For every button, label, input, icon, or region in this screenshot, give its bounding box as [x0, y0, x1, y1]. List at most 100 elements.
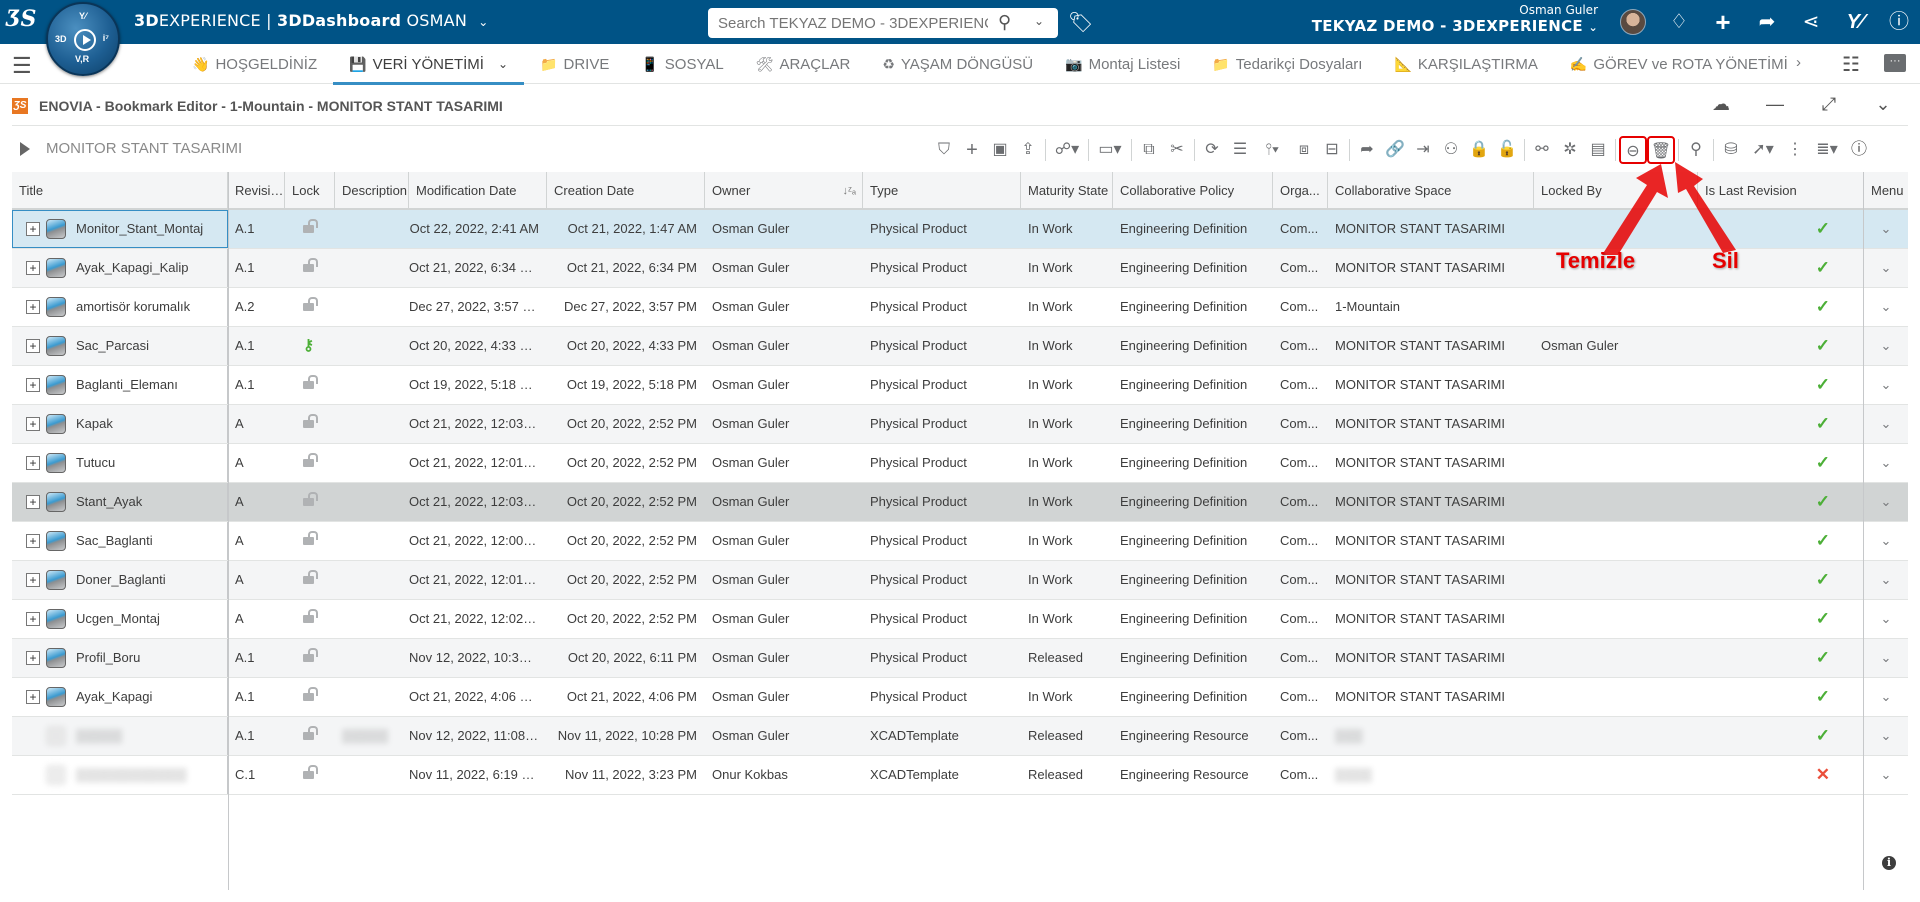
- expand-icon[interactable]: +: [26, 378, 40, 392]
- expand-icon[interactable]: +: [26, 417, 40, 431]
- lock-cell[interactable]: [285, 405, 335, 443]
- expand-icon[interactable]: +: [26, 300, 40, 314]
- add-icon[interactable]: +: [1710, 8, 1736, 36]
- breadcrumb[interactable]: MONITOR STANT TASARIMI: [20, 140, 242, 157]
- title-cell[interactable]: + Ayak_Kapagi_Kalip: [12, 249, 228, 287]
- row-title[interactable]: Profil_Boru: [76, 639, 140, 677]
- title-cell[interactable]: + Sac_Parcasi: [12, 327, 228, 365]
- unlock-icon[interactable]: 🔓: [1493, 136, 1521, 164]
- chevron-down-icon[interactable]: ⌄: [1881, 572, 1892, 587]
- lock-cell[interactable]: [285, 678, 335, 716]
- row-title[interactable]: Ayak_Kapagi_Kalip: [76, 249, 189, 287]
- tab-veri-y-neti-mi-[interactable]: 💾 VERİ YÖNETİMİ ⌄: [333, 44, 524, 85]
- chevron-down-icon[interactable]: ⌄: [1881, 767, 1892, 782]
- sort-icon[interactable]: ↓ᶻₐ: [842, 172, 856, 208]
- chat-icon[interactable]: ···: [1884, 54, 1906, 72]
- row-menu-button[interactable]: ⌄: [1864, 522, 1908, 560]
- search-icon[interactable]: ⚲: [998, 12, 1011, 33]
- compass-top-label[interactable]: Y⁄: [79, 11, 87, 21]
- expand-icon[interactable]: +: [26, 612, 40, 626]
- search-scope-chevron-icon[interactable]: ⌄: [1034, 14, 1044, 28]
- row-title[interactable]: Ucgen_Montaj: [76, 600, 160, 638]
- table-row[interactable]: + Ayak_Kapagi A.1 Oct 21, 2022, 4:06 PM Oct …: [12, 678, 1908, 717]
- column-header-type[interactable]: Type: [863, 172, 1021, 208]
- row-menu-button[interactable]: ⌄: [1864, 327, 1908, 365]
- column-header-lock[interactable]: Lock: [285, 172, 335, 208]
- hamburger-menu-icon[interactable]: ☰: [12, 53, 32, 79]
- lock-cell[interactable]: [285, 639, 335, 677]
- row-title[interactable]: Baglanti_Elemanı: [76, 366, 178, 404]
- table-row[interactable]: + Stant_Ayak A Oct 21, 2022, 12:03 AM Oct 20…: [12, 483, 1908, 522]
- column-header-menu[interactable]: Menu: [1864, 172, 1908, 208]
- row-title[interactable]: Monitor_Stant_Montaj: [76, 210, 203, 248]
- cut-icon[interactable]: ✂: [1163, 136, 1191, 164]
- folder-add-icon[interactable]: ▣: [986, 136, 1014, 164]
- row-menu-button[interactable]: ⌄: [1864, 210, 1908, 248]
- column-header-maturity-state[interactable]: Maturity State: [1021, 172, 1113, 208]
- row-menu-button[interactable]: ⌄: [1864, 717, 1908, 755]
- table-row[interactable]: + amortisör korumalık A.2 Dec 27, 2022, 3:5…: [12, 288, 1908, 327]
- compass-right-label[interactable]: i⁷: [103, 33, 109, 43]
- expand-icon[interactable]: +: [26, 222, 40, 236]
- title-cell[interactable]: + Monitor_Stant_Montaj: [12, 210, 228, 248]
- table-row[interactable]: + Ucgen_Montaj A Oct 21, 2022, 12:02 AM Oct …: [12, 600, 1908, 639]
- expand-panel-icon[interactable]: [20, 141, 30, 156]
- chevron-down-icon[interactable]: ⌄: [1881, 611, 1892, 626]
- lock-cell[interactable]: ⚷: [285, 327, 335, 365]
- table-row[interactable]: + Sac_Parcasi A.1 ⚷ Oct 20, 2022, 4:33 PM Oct…: [12, 327, 1908, 366]
- tab-drive[interactable]: 📁 DRIVE: [524, 44, 625, 84]
- row-menu-button[interactable]: ⌄: [1864, 366, 1908, 404]
- lock-cell[interactable]: [285, 600, 335, 638]
- bookmark-add-icon[interactable]: ⛉: [930, 136, 958, 164]
- lock-cell[interactable]: [285, 756, 335, 794]
- row-menu-button[interactable]: ⌄: [1864, 600, 1908, 638]
- row-title[interactable]: amortisör korumalık: [76, 288, 190, 326]
- tab-tedarik-i-dosyalar-[interactable]: 📁 Tedarikçi Dosyaları: [1196, 44, 1378, 84]
- add-list-icon[interactable]: ☷: [1842, 52, 1860, 77]
- column-header-collaborative-policy[interactable]: Collaborative Policy: [1113, 172, 1273, 208]
- title-cell[interactable]: + Stant_Ayak: [12, 483, 228, 521]
- table-row[interactable]: + Sac_Baglanti A Oct 21, 2022, 12:00 AM Oct …: [12, 522, 1908, 561]
- share-icon[interactable]: ➦: [1353, 136, 1381, 164]
- lock-cell[interactable]: [285, 288, 335, 326]
- chevron-down-icon[interactable]: ⌄: [1881, 455, 1892, 470]
- row-menu-button[interactable]: ⌄: [1864, 561, 1908, 599]
- copy-icon[interactable]: ⧉: [1135, 136, 1163, 164]
- row-title[interactable]: Doner_Baglanti: [76, 561, 166, 599]
- chevron-down-icon[interactable]: ⌄: [1881, 650, 1892, 665]
- table-row[interactable]: + Kapak A Oct 21, 2022, 12:03 AM Oct 20, 202…: [12, 405, 1908, 444]
- chevron-down-icon[interactable]: ⌄: [498, 57, 508, 71]
- lock-cell[interactable]: [285, 249, 335, 287]
- expand-icon[interactable]: +: [26, 534, 40, 548]
- chevron-down-icon[interactable]: ⌄: [1881, 494, 1892, 509]
- row-title[interactable]: Stant_Ayak: [76, 483, 142, 521]
- refresh-icon[interactable]: ⟳: [1198, 136, 1226, 164]
- lock-icon[interactable]: 🔒: [1465, 136, 1493, 164]
- transfer-ownership-icon[interactable]: ⚇: [1437, 136, 1465, 164]
- expand-icon[interactable]: +: [26, 261, 40, 275]
- info-icon[interactable]: i: [1882, 856, 1896, 870]
- row-menu-button[interactable]: ⌄: [1864, 288, 1908, 326]
- table-row[interactable]: + Profil_Boru A.1 Nov 12, 2022, 10:38 PM Oct…: [12, 639, 1908, 678]
- help-icon[interactable]: ⓘ: [1886, 8, 1912, 36]
- tenant-selector[interactable]: TEKYAZ DEMO - 3DEXPERIENCE ⌄: [1312, 17, 1598, 35]
- share-icon[interactable]: ➦: [1754, 8, 1780, 36]
- app-title[interactable]: 3DEXPERIENCE | 3DDashboard OSMAN ⌄: [134, 11, 489, 30]
- chevron-right-icon[interactable]: ›: [1796, 54, 1801, 71]
- expand-icon[interactable]: +: [26, 690, 40, 704]
- lock-cell[interactable]: [285, 210, 335, 248]
- user-tenant-block[interactable]: Osman Guler TEKYAZ DEMO - 3DEXPERIENCE ⌄: [1312, 3, 1598, 35]
- title-cell[interactable]: + amortisör korumalık: [12, 288, 228, 326]
- row-menu-button[interactable]: ⌄: [1864, 444, 1908, 482]
- table-row[interactable]: ▒▒▒▒▒ A.1 ▒▒▒▒▒ Nov 12, 2022, 11:08 PM Nov 1…: [12, 717, 1908, 756]
- lock-cell[interactable]: [285, 717, 335, 755]
- title-cell[interactable]: + Baglanti_Elemanı: [12, 366, 228, 404]
- title-cell[interactable]: ▒▒▒▒▒: [12, 717, 228, 755]
- apps-icon[interactable]: Y⁄: [1842, 8, 1868, 36]
- title-cell[interactable]: + Ayak_Kapagi: [12, 678, 228, 716]
- expand-icon[interactable]: +: [26, 456, 40, 470]
- tab-g-rev-ve-rota-y-neti-mi-[interactable]: ✍ GÖREV ve ROTA YÖNETİMİ: [1554, 44, 1804, 84]
- compass-bottom-label[interactable]: V,R: [75, 54, 89, 64]
- cloud-icon[interactable]: ☁: [1710, 94, 1732, 115]
- social-share-icon[interactable]: ⋖: [1798, 8, 1824, 36]
